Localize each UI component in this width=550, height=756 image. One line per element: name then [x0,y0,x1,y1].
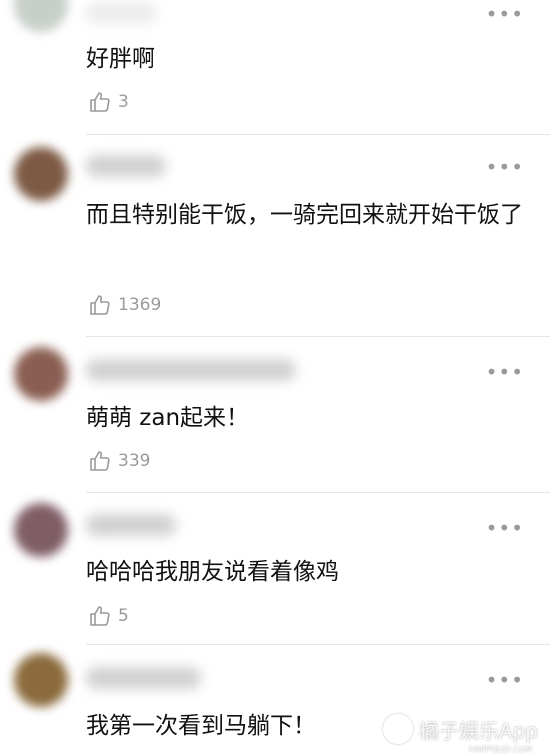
like-count: 5 [118,606,129,626]
more-dots-icon[interactable]: ••• [486,670,524,690]
comment-text: 萌萌 zan起来！ [86,405,250,431]
like-count: 3 [118,92,129,112]
comment-item: ••• 哈哈哈我朋友说看着像鸡 5 [0,493,550,645]
watermark-text: 橘子娱乐App [418,718,538,743]
like-button[interactable]: 5 [88,604,129,628]
comment-item: ••• 好胖啊 3 [0,0,550,135]
comment-text: 哈哈哈我朋友说看着像鸡 [86,559,339,585]
more-dots-icon[interactable]: ••• [486,518,524,538]
like-button[interactable]: 1369 [88,293,161,317]
thumbs-up-icon [90,295,110,315]
thumbs-up-icon [90,606,110,626]
thumbs-up-icon [90,92,110,112]
comment-text: 而且特别能干饭，一骑完回来就开始干饭了 [86,202,523,228]
avatar[interactable] [14,147,68,201]
more-dots-icon[interactable]: ••• [486,362,524,382]
watermark-subtext: HAPPYJUZI.COM [468,745,532,754]
like-button[interactable]: 339 [88,449,150,473]
like-count: 339 [118,451,151,471]
watermark: 橘子娱乐App [382,714,538,744]
comment-text: 好胖啊 [86,46,155,72]
username-blurred[interactable] [86,2,156,24]
like-button[interactable]: 3 [88,90,129,114]
comment-item: ••• 萌萌 zan起来！ 339 [0,337,550,493]
more-dots-icon[interactable]: ••• [486,157,524,177]
username-blurred[interactable] [86,359,296,381]
like-count: 1369 [118,295,162,315]
username-blurred[interactable] [86,514,176,536]
thumbs-up-icon [90,451,110,471]
avatar[interactable] [14,653,68,707]
username-blurred[interactable] [86,667,201,689]
avatar[interactable] [14,503,68,557]
avatar[interactable] [14,347,68,401]
username-blurred[interactable] [86,155,166,177]
comment-item: ••• 而且特别能干饭，一骑完回来就开始干饭了 1369 [0,135,550,337]
avatar[interactable] [14,0,68,32]
watermark-logo-icon [382,714,413,744]
more-dots-icon[interactable]: ••• [486,4,524,24]
